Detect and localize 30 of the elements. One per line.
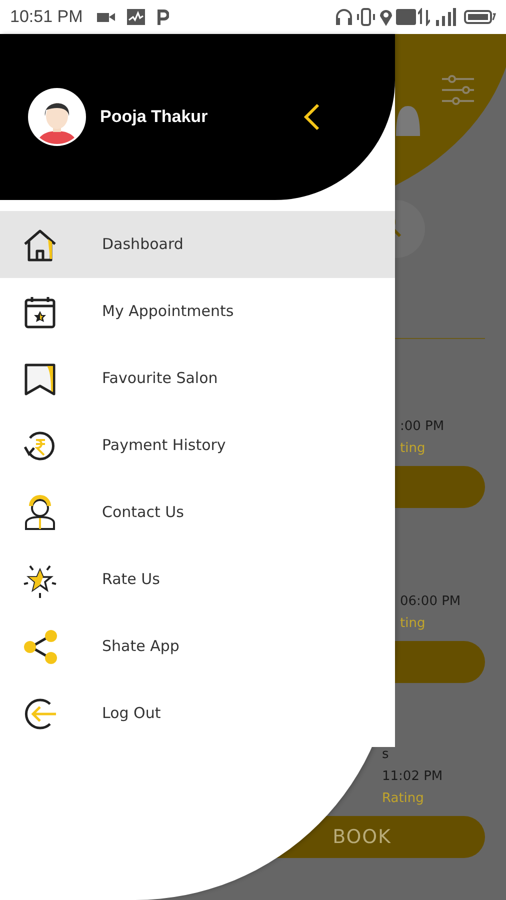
video-camera-icon <box>96 11 115 23</box>
menu-item[interactable]: Log Out <box>0 680 395 747</box>
data-arrows-icon <box>418 8 430 26</box>
house-icon <box>22 226 58 262</box>
status-time: 10:51 PM <box>10 6 83 28</box>
menu-item[interactable]: Contact Us <box>0 479 395 546</box>
share-icon <box>22 628 58 664</box>
appointment-time: 06:00 PM <box>400 593 461 611</box>
location-icon <box>379 8 393 26</box>
user-name: Pooja Thakur <box>100 106 208 128</box>
battery-icon <box>464 10 496 24</box>
vibrate-icon <box>356 8 376 26</box>
back-chevron-icon[interactable] <box>304 103 320 131</box>
logout-icon <box>22 696 58 732</box>
signal-icon <box>434 8 456 26</box>
headphones-icon <box>335 8 353 26</box>
parking-icon <box>156 9 169 25</box>
menu-item[interactable]: Dashboard <box>0 211 395 278</box>
appointment-text: s <box>382 746 389 764</box>
menu-item[interactable]: Rate Us <box>0 546 395 613</box>
menu-item[interactable]: Payment History <box>0 412 395 479</box>
appointment-time: 11:02 PM <box>382 768 443 786</box>
sliders-icon <box>441 75 475 105</box>
support-agent-icon <box>22 494 58 530</box>
avatar <box>28 88 86 146</box>
menu-item[interactable]: Favourite Salon <box>0 345 395 412</box>
menu-item[interactable]: My Appointments <box>0 278 395 345</box>
appointment-time: :00 PM <box>400 418 444 436</box>
activity-icon <box>126 9 145 25</box>
menu-item[interactable]: Shate App <box>0 613 395 680</box>
